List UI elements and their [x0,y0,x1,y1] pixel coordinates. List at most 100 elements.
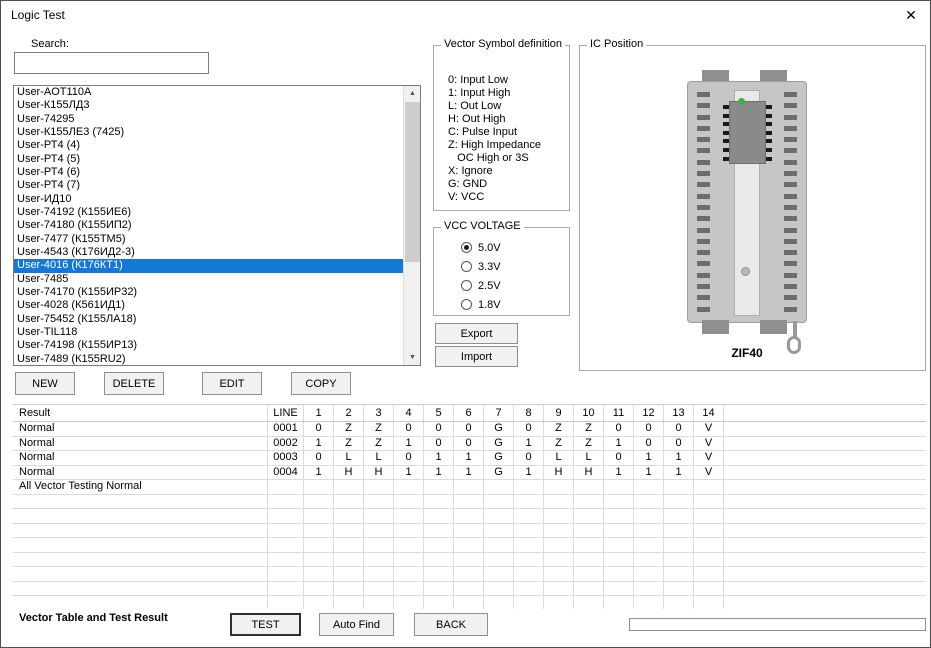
chip-list-item[interactable]: User-74295 [14,113,403,126]
table-cell: 13 [664,405,694,421]
pin-slot [766,157,772,161]
table-cell: 11 [604,405,634,421]
edit-button[interactable]: EDIT [202,372,262,395]
pin-slot [766,131,772,135]
table-cell [454,538,484,552]
copy-button[interactable]: COPY [291,372,351,395]
chip-list-item[interactable]: User-4543 (К176ИД2-3) [14,246,403,259]
search-input[interactable] [14,52,209,74]
pin-slot [784,205,797,210]
chip-listbox: User-AOT110AUser-К155ЛД3User-74295User-К… [13,85,421,366]
table-cell [574,553,604,567]
vector-symbol-line: 0: Input Low [448,74,565,87]
chip-list-item[interactable]: User-74170 (К155ИР32) [14,286,403,299]
table-row-empty[interactable] [13,538,926,553]
table-cell: 0 [394,422,424,436]
table-cell [634,582,664,596]
table-cell [604,582,634,596]
table-cell [514,596,544,609]
table-cell [334,538,364,552]
scrollbar-thumb[interactable] [405,102,420,262]
table-cell [424,480,454,494]
table-cell [304,596,334,609]
chip-list-item[interactable]: User-75452 (К155ЛА18) [14,313,403,326]
table-row[interactable]: Normal00041HH111G1HH111V [13,466,926,481]
chip-list-item[interactable]: User-74180 (К155ИП2) [14,219,403,232]
chip-list-item[interactable]: User-РТ4 (5) [14,153,403,166]
table-row-empty[interactable] [13,553,926,568]
table-row-empty[interactable] [13,509,926,524]
table-cell: 0 [514,451,544,465]
table-cell [334,509,364,523]
chip-list-item[interactable]: User-РТ4 (7) [14,179,403,192]
table-cell [364,553,394,567]
table-cell [394,495,424,509]
table-row[interactable]: All Vector Testing Normal [13,480,926,495]
chip-list-item[interactable]: User-7485 [14,273,403,286]
table-row[interactable]: Normal00010ZZ000G0ZZ000V [13,422,926,437]
chip-list-item[interactable]: User-К155ЛЕ3 (7425) [14,126,403,139]
table-cell: 6 [454,405,484,421]
scroll-up-icon[interactable]: ▲ [404,86,421,101]
chip-list-item[interactable]: User-TIL118 [14,326,403,339]
table-cell [514,480,544,494]
table-cell: Normal [13,466,268,480]
table-cell: 0002 [268,437,304,451]
table-row[interactable]: Normal00030LL011G0LL011V [13,451,926,466]
table-cell: Z [574,437,604,451]
socket-lever [793,321,797,337]
test-button[interactable]: TEST [230,613,301,636]
table-cell [694,509,724,523]
import-button[interactable]: Import [435,346,518,367]
table-cell: 12 [634,405,664,421]
vcc-option[interactable]: 1.8V [461,295,565,314]
pin-slot [697,194,710,199]
vcc-option-label: 2.5V [478,280,501,292]
table-cell [394,567,424,581]
table-cell: Z [574,422,604,436]
chip-list-item[interactable]: User-ИД10 [14,193,403,206]
vcc-option[interactable]: 3.3V [461,257,565,276]
logic-test-window: Logic Test ✕ Search: User-AOT110AUser-К1… [0,0,931,648]
chip-list-item[interactable]: User-К155ЛД3 [14,99,403,112]
new-button[interactable]: NEW [15,372,75,395]
table-cell [664,495,694,509]
back-button[interactable]: BACK [414,613,488,636]
table-cell: 1 [304,405,334,421]
export-button[interactable]: Export [435,323,518,344]
list-scrollbar[interactable]: ▲ ▼ [403,86,420,365]
chip-list-item[interactable]: User-74198 (К155ИР13) [14,339,403,352]
scroll-down-icon[interactable]: ▼ [404,350,421,365]
chip-list-item[interactable]: User-7489 (К155RU2) [14,353,403,365]
chip-list-item[interactable]: User-РТ4 (6) [14,166,403,179]
vcc-option[interactable]: 2.5V [461,276,565,295]
chip-list-item[interactable]: User-РТ4 (4) [14,139,403,152]
auto-find-button[interactable]: Auto Find [319,613,394,636]
table-cell [304,582,334,596]
socket-screw-icon [741,267,750,276]
table-row-empty[interactable] [13,596,926,609]
table-row-empty[interactable] [13,524,926,539]
table-cell [484,567,514,581]
close-icon[interactable]: ✕ [898,4,924,26]
pin-slot [784,250,797,255]
chip-list-item[interactable]: User-4028 (К561ИД1) [14,299,403,312]
pin-slot [697,228,710,233]
table-cell [484,538,514,552]
chip-list-item[interactable]: User-4016 (К176КТ1) [14,259,403,272]
table-row-empty[interactable] [13,567,926,582]
table-cell [394,582,424,596]
chip-list-item[interactable]: User-7477 (К155ТМ5) [14,233,403,246]
vcc-option[interactable]: 5.0V [461,238,565,257]
table-row[interactable]: Normal00021ZZ100G1ZZ100V [13,437,926,452]
delete-button[interactable]: DELETE [104,372,164,395]
chip-list-item[interactable]: User-74192 (К155ИЕ6) [14,206,403,219]
table-cell: G [484,466,514,480]
table-row-empty[interactable] [13,495,926,510]
chip-list-item[interactable]: User-AOT110A [14,86,403,99]
table-row-empty[interactable] [13,582,926,597]
table-cell: 1 [604,466,634,480]
vcc-voltage-group: VCC VOLTAGE 5.0V3.3V2.5V1.8V [433,227,570,316]
table-cell: 9 [544,405,574,421]
table-cell [304,538,334,552]
